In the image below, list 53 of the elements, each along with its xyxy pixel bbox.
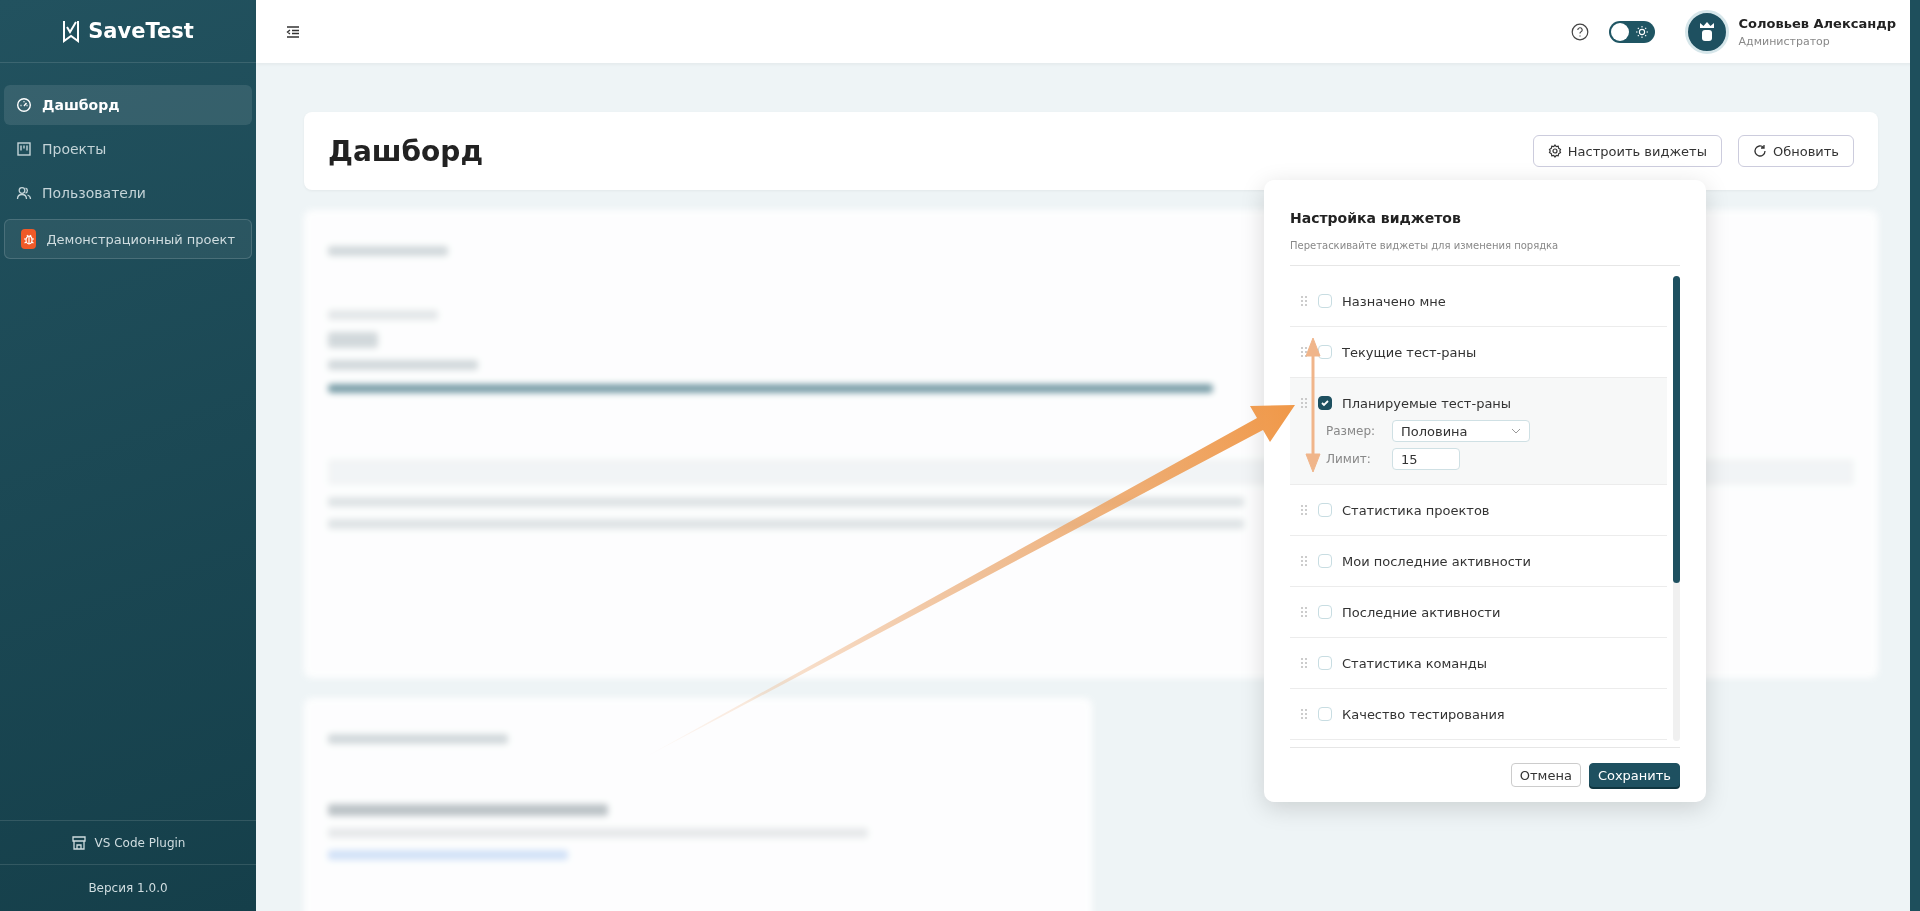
popup-title: Настройка виджетов — [1290, 210, 1462, 226]
project-item[interactable]: Демонстрационный проект — [4, 219, 252, 259]
sidebar-item[interactable]: Дашборд — [4, 85, 252, 125]
widget-label: Назначено мне — [1342, 293, 1446, 309]
drag-handle-icon[interactable] — [1300, 295, 1308, 307]
widget-label: Текущие тест-раны — [1342, 344, 1477, 360]
logo-icon — [62, 19, 81, 43]
field-label: Размер: — [1326, 424, 1377, 438]
widget-label: Статистика проектов — [1342, 502, 1490, 518]
drag-handle-icon[interactable] — [1300, 606, 1308, 618]
theme-toggle[interactable] — [1608, 20, 1655, 43]
user-name: Соловьев Александр — [1738, 15, 1896, 31]
version-text: Версия 1.0.0 — [88, 881, 168, 895]
refresh-button[interactable]: Обновить — [1737, 135, 1854, 167]
sidebar-item[interactable]: Пользователи — [4, 173, 252, 213]
page-title: Дашборд — [328, 134, 483, 168]
plugin-link[interactable]: VS Code Plugin — [0, 820, 256, 864]
drag-handle-icon[interactable] — [1300, 708, 1308, 720]
save-button[interactable]: Сохранить — [1588, 763, 1680, 787]
gear-icon — [1547, 144, 1562, 158]
store-icon — [70, 834, 87, 851]
size-dropdown[interactable]: Половина — [1392, 420, 1530, 442]
configure-button[interactable]: Настроить виджеты — [1532, 135, 1722, 167]
menu-icon[interactable] — [286, 25, 300, 38]
sun-icon — [1634, 24, 1649, 39]
drag-handle-icon[interactable] — [1300, 555, 1308, 567]
gauge-icon — [16, 97, 32, 113]
user-role: Администратор — [1738, 34, 1831, 48]
bug-icon — [21, 229, 37, 249]
scrollbar[interactable] — [1673, 276, 1680, 741]
widget-label: Планируемые тест-раны — [1342, 395, 1512, 411]
drag-handle-icon[interactable] — [1300, 397, 1308, 409]
drag-handle-icon[interactable] — [1300, 346, 1308, 358]
cancel-button[interactable]: Отмена — [1510, 763, 1581, 787]
refresh-icon — [1752, 144, 1767, 158]
page-scrollbar[interactable] — [1910, 0, 1920, 911]
sidebar-item[interactable]: Проекты — [4, 129, 252, 169]
drag-handle-icon[interactable] — [1300, 657, 1308, 669]
board-icon — [16, 141, 32, 157]
checkbox[interactable] — [1318, 396, 1332, 410]
logo-text: SaveTest — [88, 19, 194, 43]
limit-field[interactable]: 15 — [1392, 448, 1460, 470]
chevron-down-icon — [1511, 428, 1521, 434]
widget-label: Качество тестирования — [1342, 706, 1505, 722]
widget-label: Мои последние активности — [1342, 553, 1531, 569]
drag-handle-icon[interactable] — [1300, 504, 1308, 516]
users-icon — [16, 185, 32, 201]
popup-subtitle: Перетаскивайте виджеты для изменения порядка — [1290, 240, 1680, 266]
help-icon[interactable] — [1570, 22, 1589, 41]
field-label: Лимит: — [1326, 452, 1372, 466]
widget-label: Статистика команды — [1342, 655, 1488, 671]
widget-label: Последние активности — [1342, 604, 1501, 620]
check-icon — [1320, 398, 1330, 408]
